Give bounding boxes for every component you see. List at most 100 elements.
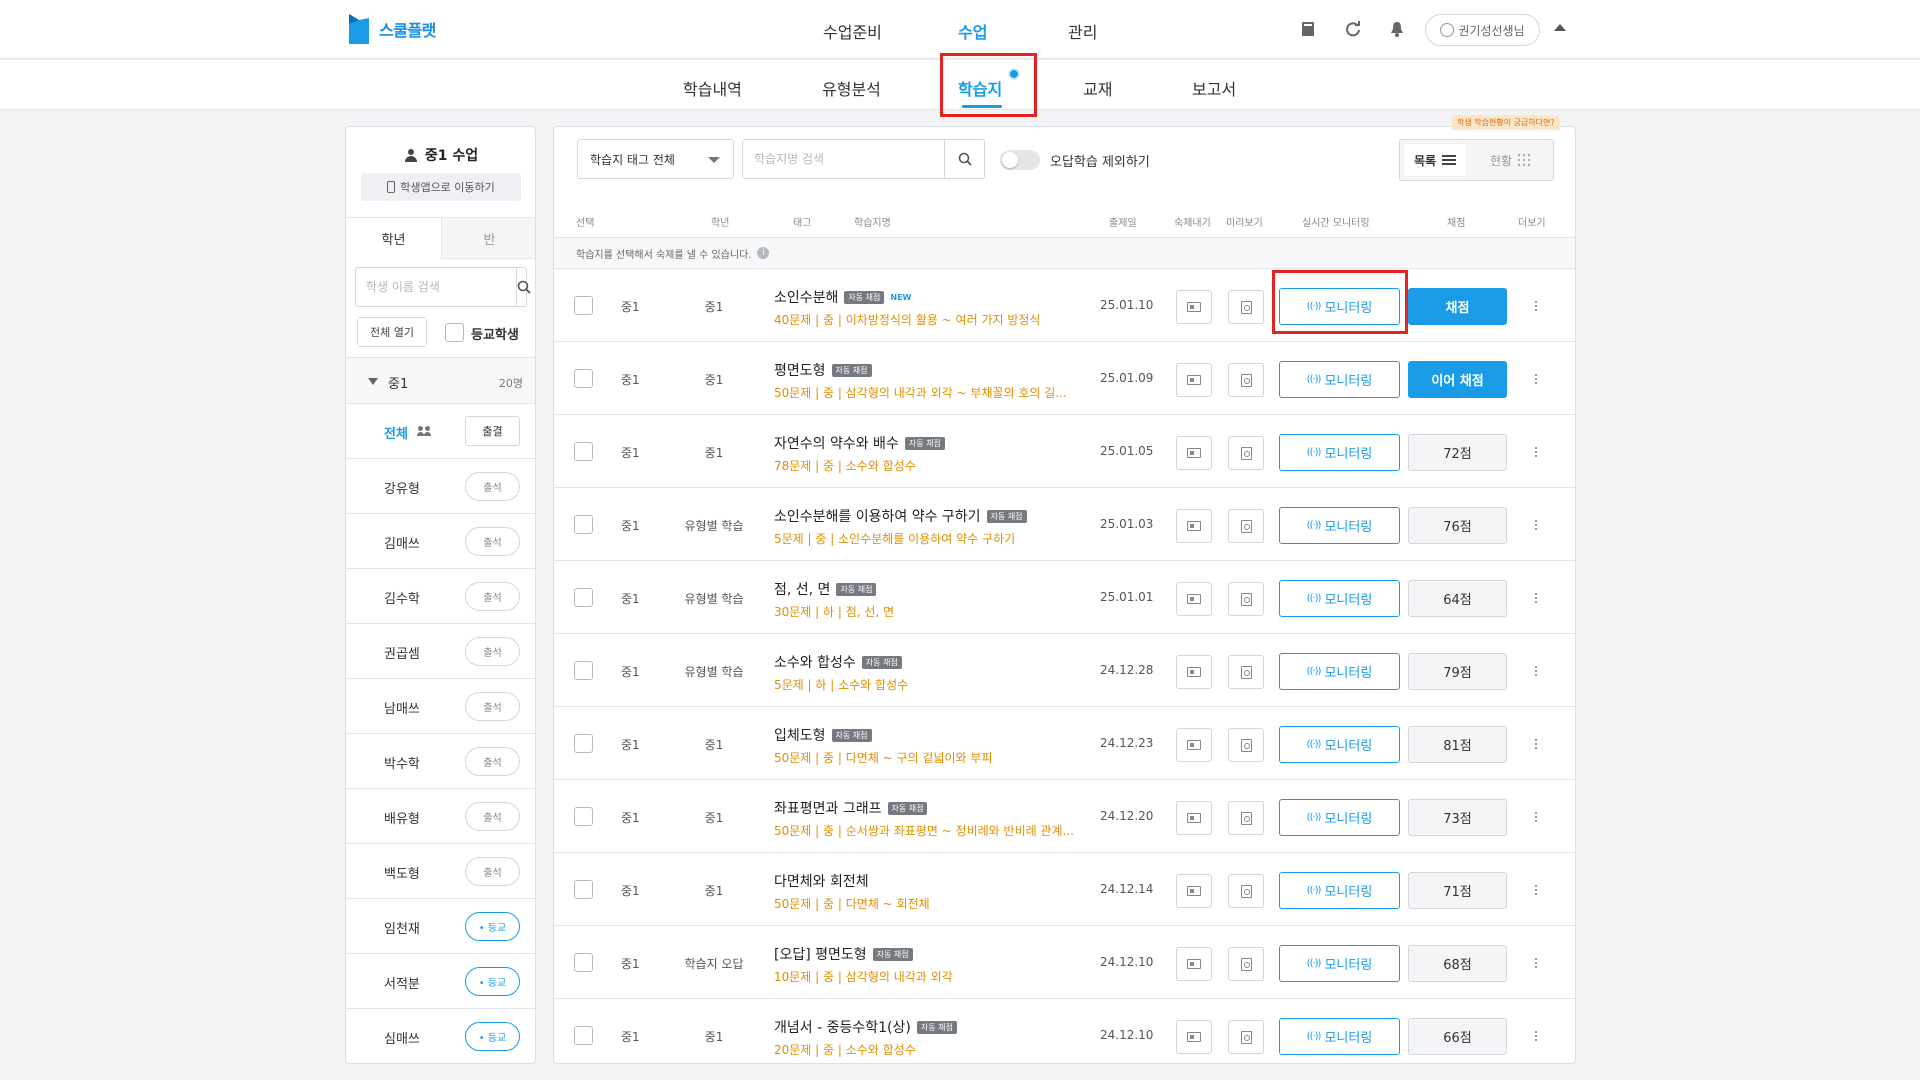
monitoring-button[interactable]: ((·)) 모니터링	[1279, 799, 1400, 836]
student-status-button[interactable]: 출석	[465, 582, 520, 611]
more-vertical-icon[interactable]	[1529, 514, 1543, 536]
table-row[interactable]: 중1 중1 개념서 - 중등수학1(상) 자동 채점 20문제 | 중 | 소수와 합성…	[554, 999, 1575, 1063]
student-status-button[interactable]: 출석	[465, 692, 520, 721]
student-status-button[interactable]: • 등교	[465, 912, 520, 941]
student-row[interactable]: 박수학 출석	[346, 734, 535, 789]
school-students-checkbox[interactable]	[445, 323, 464, 342]
student-status-button[interactable]: • 등교	[465, 967, 520, 996]
preview-button[interactable]	[1228, 728, 1264, 762]
student-row[interactable]: 권곱셈 출석	[346, 624, 535, 679]
preview-button[interactable]	[1228, 363, 1264, 397]
tab-class[interactable]: 반	[441, 218, 535, 259]
homework-button[interactable]	[1176, 436, 1212, 470]
preview-button[interactable]	[1228, 290, 1264, 324]
tab-type-analysis[interactable]: 유형분석	[822, 76, 881, 100]
homework-button[interactable]	[1176, 947, 1212, 981]
student-row[interactable]: 임천재 • 등교	[346, 899, 535, 954]
info-icon[interactable]: i	[757, 247, 770, 259]
grading-button[interactable]: 이어 채점	[1408, 361, 1507, 398]
table-row[interactable]: 중1 중1 좌표평면과 그래프 자동 채점 50문제 | 중 | 순서쌍과 좌표평면 ~…	[554, 780, 1575, 853]
student-row[interactable]: 배유형 출석	[346, 789, 535, 844]
homework-button[interactable]	[1176, 290, 1212, 324]
student-status-button[interactable]: 출석	[465, 527, 520, 556]
worksheet-title[interactable]: 다면체와 회전체	[774, 871, 869, 891]
homework-button[interactable]	[1176, 509, 1212, 543]
monitoring-button[interactable]: ((·)) 모니터링	[1279, 872, 1400, 909]
student-status-button[interactable]: 출석	[465, 637, 520, 666]
student-row[interactable]: 김매쓰 출석	[346, 514, 535, 569]
worksheet-title[interactable]: 입체도형 자동 채점	[774, 725, 872, 745]
homework-button[interactable]	[1176, 1020, 1212, 1054]
monitoring-button[interactable]: ((·)) 모니터링	[1279, 434, 1400, 471]
more-vertical-icon[interactable]	[1529, 441, 1543, 463]
table-row[interactable]: 중1 유형별 학습 소수와 합성수 자동 채점 5문제 | 하 | 소수와 합성수 24.…	[554, 634, 1575, 707]
tab-history[interactable]: 학습내역	[683, 76, 742, 100]
grading-button[interactable]: 64점	[1408, 580, 1507, 617]
worksheet-title[interactable]: 자연수의 약수와 배수 자동 채점	[774, 433, 945, 453]
table-row[interactable]: 중1 중1 다면체와 회전체 50문제 | 중 | 다면체 ~ 회전체 24.12.14…	[554, 853, 1575, 926]
open-all-button[interactable]: 전체 열기	[357, 317, 427, 347]
preview-button[interactable]	[1228, 1020, 1264, 1054]
student-row[interactable]: 서적분 • 등교	[346, 954, 535, 1009]
row-checkbox[interactable]	[574, 515, 593, 534]
grading-button[interactable]: 66점	[1408, 1018, 1507, 1055]
worksheet-title[interactable]: [오답] 평면도형 자동 채점	[774, 944, 913, 964]
grade-group-row[interactable]: 중1 20명	[346, 357, 535, 404]
preview-button[interactable]	[1228, 509, 1264, 543]
monitoring-button[interactable]: ((·)) 모니터링	[1279, 945, 1400, 982]
refresh-icon[interactable]	[1342, 18, 1364, 40]
student-row[interactable]: 강유형 출석	[346, 459, 535, 514]
table-row[interactable]: 중1 유형별 학습 소인수분해를 이용하여 약수 구하기 자동 채점 5문제 | 중 |…	[554, 488, 1575, 561]
main-nav-class[interactable]: 수업	[958, 19, 987, 43]
grading-button[interactable]: 81점	[1408, 726, 1507, 763]
exclude-wrong-toggle[interactable]	[1000, 150, 1040, 170]
homework-button[interactable]	[1176, 363, 1212, 397]
grading-button[interactable]: 72점	[1408, 434, 1507, 471]
bell-icon[interactable]	[1386, 18, 1408, 40]
user-menu[interactable]: 권기성선생님	[1425, 14, 1540, 46]
row-checkbox[interactable]	[574, 296, 593, 315]
row-checkbox[interactable]	[574, 734, 593, 753]
book-icon[interactable]	[1297, 18, 1319, 40]
row-checkbox[interactable]	[574, 953, 593, 972]
tag-filter-select[interactable]: 학습지 태그 전체	[577, 139, 734, 179]
main-nav-prep[interactable]: 수업준비	[823, 19, 882, 43]
student-status-button[interactable]: 출석	[465, 857, 520, 886]
table-row[interactable]: 중1 학습지 오답 [오답] 평면도형 자동 채점 10문제 | 중 | 삼각형의 내각…	[554, 926, 1575, 999]
tab-textbook[interactable]: 교재	[1083, 76, 1112, 100]
worksheet-search-input[interactable]	[743, 140, 944, 178]
student-status-button[interactable]: 출석	[465, 802, 520, 831]
grading-button[interactable]: 79점	[1408, 653, 1507, 690]
student-row[interactable]: 남매쓰 출석	[346, 679, 535, 734]
monitoring-button[interactable]: ((·)) 모니터링	[1279, 726, 1400, 763]
worksheet-title[interactable]: 소인수분해를 이용하여 약수 구하기 자동 채점	[774, 506, 1027, 526]
grading-button[interactable]: 채점	[1408, 288, 1507, 325]
table-row[interactable]: 중1 중1 자연수의 약수와 배수 자동 채점 78문제 | 중 | 소수와 합성수 25…	[554, 415, 1575, 488]
more-vertical-icon[interactable]	[1529, 1025, 1543, 1047]
student-search-input[interactable]	[356, 268, 516, 306]
more-vertical-icon[interactable]	[1529, 806, 1543, 828]
grading-button[interactable]: 68점	[1408, 945, 1507, 982]
worksheet-title[interactable]: 개념서 - 중등수학1(상) 자동 채점	[774, 1017, 957, 1037]
worksheet-title[interactable]: 점, 선, 면 자동 채점	[774, 579, 877, 599]
homework-button[interactable]	[1176, 728, 1212, 762]
more-vertical-icon[interactable]	[1529, 368, 1543, 390]
monitoring-button[interactable]: ((·)) 모니터링	[1279, 361, 1400, 398]
student-status-button[interactable]: 출석	[465, 472, 520, 501]
table-row[interactable]: 중1 중1 평면도형 자동 채점 50문제 | 중 | 삼각형의 내각과 외각 ~ 부채…	[554, 342, 1575, 415]
monitoring-button[interactable]: ((·)) 모니터링	[1279, 580, 1400, 617]
preview-button[interactable]	[1228, 947, 1264, 981]
status-tooltip[interactable]: 학생 학습현황이 궁금하다면?	[1452, 115, 1560, 130]
row-checkbox[interactable]	[574, 880, 593, 899]
student-status-button[interactable]: 출석	[465, 747, 520, 776]
collapse-up-icon[interactable]	[1554, 24, 1566, 31]
row-checkbox[interactable]	[574, 661, 593, 680]
row-checkbox[interactable]	[574, 588, 593, 607]
homework-button[interactable]	[1176, 582, 1212, 616]
preview-button[interactable]	[1228, 801, 1264, 835]
homework-button[interactable]	[1176, 655, 1212, 689]
view-list-button[interactable]: 목록	[1404, 144, 1467, 176]
more-vertical-icon[interactable]	[1529, 952, 1543, 974]
monitoring-button[interactable]: ((·)) 모니터링	[1279, 653, 1400, 690]
tab-report[interactable]: 보고서	[1192, 76, 1236, 100]
